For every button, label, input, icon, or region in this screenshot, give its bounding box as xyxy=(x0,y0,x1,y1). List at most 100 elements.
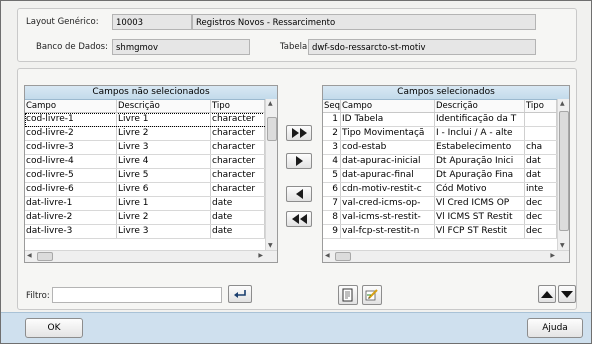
main-panel: Campos não selecionados Campo Descrição … xyxy=(17,68,577,310)
table-row[interactable]: cod-livre-1 Livre 1 character xyxy=(25,113,277,127)
col-header-tipo[interactable]: Tipo xyxy=(525,100,557,112)
table-cell: Identificação da T xyxy=(435,113,525,126)
footer-bar: OK Ajuda xyxy=(1,312,591,343)
table-row[interactable]: 9 val-fcp-st-restit-n Vl FCP ST Restit dec xyxy=(323,225,569,239)
move-down-button[interactable] xyxy=(558,285,576,303)
table-row[interactable]: 1 ID Tabela Identificação da T xyxy=(323,113,569,127)
layout-desc-field: Registros Novos - Ressarcimento xyxy=(192,14,536,30)
table-row[interactable]: 7 val-cred-icms-op- Vl Cred ICMS OP dec xyxy=(323,197,569,211)
table-row[interactable]: 6 cdn-motiv-restit-c Cód Motivo inte xyxy=(323,183,569,197)
unselected-hscrollbar[interactable]: ◀ ▶ xyxy=(25,250,277,262)
table-cell xyxy=(525,113,557,126)
table-row[interactable]: 4 dat-apurac-inicial Dt Apuração Inici dat xyxy=(323,155,569,169)
header-panel: Layout Genérico: 10003 Registros Novos -… xyxy=(17,8,577,62)
table-row[interactable]: cod-livre-6 Livre 6 character xyxy=(25,183,277,197)
table-row[interactable]: 3 cod-estab Estabelecimento cha xyxy=(323,141,569,155)
add-button[interactable] xyxy=(286,153,312,169)
col-header-campo[interactable]: Campo xyxy=(341,100,435,112)
scroll-left-icon[interactable]: ◀ xyxy=(325,252,330,260)
filter-input[interactable] xyxy=(52,287,222,303)
table-row[interactable]: 5 dat-apurac-final Dt Apuração Fina dat xyxy=(323,169,569,183)
add-all-button[interactable] xyxy=(286,125,312,141)
scroll-thumb[interactable] xyxy=(559,111,569,231)
table-row[interactable]: cod-livre-5 Livre 5 character xyxy=(25,169,277,183)
col-header-seq[interactable]: Seq xyxy=(323,100,341,112)
table-row[interactable]: 2 Tipo Movimentaçã I - Inclui / A - alte xyxy=(323,127,569,141)
scroll-thumb-h[interactable] xyxy=(37,252,53,261)
table-cell: cod-livre-5 xyxy=(25,169,117,182)
table-cell: val-icms-st-restit- xyxy=(341,211,435,224)
table-cell: character xyxy=(211,113,265,126)
db-label: Banco de Dados: xyxy=(36,42,108,52)
table-cell: character xyxy=(211,183,265,196)
double-left-arrow-icon xyxy=(291,214,307,224)
table-row[interactable]: cod-livre-4 Livre 4 character xyxy=(25,155,277,169)
table-cell: cod-livre-6 xyxy=(25,183,117,196)
table-cell: dec xyxy=(525,225,557,238)
table-row[interactable]: cod-livre-2 Livre 2 character xyxy=(25,127,277,141)
unselected-fields-grid: Campos não selecionados Campo Descrição … xyxy=(24,85,278,263)
notes-button[interactable] xyxy=(338,285,358,305)
selected-hscrollbar[interactable]: ◀ ▶ xyxy=(323,250,569,262)
table-cell: character xyxy=(211,169,265,182)
ok-button[interactable]: OK xyxy=(25,318,83,338)
filter-label: Filtro: xyxy=(26,291,50,301)
table-row[interactable]: cod-livre-3 Livre 3 character xyxy=(25,141,277,155)
table-row[interactable]: 8 val-icms-st-restit- Vl ICMS ST Restit dec xyxy=(323,211,569,225)
remove-button[interactable] xyxy=(286,186,312,202)
table-cell: Estabelecimento xyxy=(435,141,525,154)
scroll-right-icon[interactable]: ▶ xyxy=(550,252,555,260)
table-field: dwf-sdo-ressarcto-st-motiv xyxy=(308,39,536,55)
edit-button[interactable] xyxy=(362,285,382,305)
enter-icon xyxy=(234,290,246,298)
table-row[interactable]: dat-livre-3 Livre 3 date xyxy=(25,225,277,239)
selected-vscrollbar[interactable]: ▲ ▼ xyxy=(557,99,569,251)
col-header-tipo[interactable]: Tipo xyxy=(211,100,265,112)
col-header-campo[interactable]: Campo xyxy=(25,100,117,112)
scroll-up-icon[interactable]: ▲ xyxy=(268,100,273,108)
selected-fields-title: Campos selecionados xyxy=(323,86,569,100)
table-cell: Livre 1 xyxy=(117,113,211,126)
unselected-vscrollbar[interactable]: ▲ ▼ xyxy=(265,99,277,251)
table-cell: val-fcp-st-restit-n xyxy=(341,225,435,238)
selected-fields-grid: Campos selecionados Seq Campo Descrição … xyxy=(322,85,570,263)
table-cell: ID Tabela xyxy=(341,113,435,126)
table-cell: cod-livre-4 xyxy=(25,155,117,168)
table-row[interactable]: dat-livre-2 Livre 2 date xyxy=(25,211,277,225)
scroll-down-icon[interactable]: ▼ xyxy=(268,242,273,250)
col-header-descricao[interactable]: Descrição xyxy=(117,100,211,112)
table-cell: Dt Apuração Inici xyxy=(435,155,525,168)
arrow-up-icon xyxy=(541,290,553,298)
table-cell: 8 xyxy=(323,211,341,224)
table-cell: dec xyxy=(525,197,557,210)
table-cell: dat-apurac-final xyxy=(341,169,435,182)
table-label: Tabela: xyxy=(280,42,311,52)
col-header-descricao[interactable]: Descrição xyxy=(435,100,525,112)
move-up-button[interactable] xyxy=(538,285,556,303)
table-cell: Livre 3 xyxy=(117,141,211,154)
table-cell: character xyxy=(211,141,265,154)
scroll-down-icon[interactable]: ▼ xyxy=(560,242,565,250)
table-cell: Livre 2 xyxy=(117,127,211,140)
table-cell: character xyxy=(211,127,265,140)
apply-filter-button[interactable] xyxy=(228,285,252,303)
db-field: shmgmov xyxy=(112,39,250,55)
table-row[interactable]: dat-livre-1 Livre 1 date xyxy=(25,197,277,211)
help-button[interactable]: Ajuda xyxy=(527,318,583,338)
selected-rows: 1 ID Tabela Identificação da T 2 Tipo Movime… xyxy=(323,113,569,239)
dialog-window: Layout Genérico: 10003 Registros Novos -… xyxy=(0,0,592,344)
scroll-thumb[interactable] xyxy=(267,117,277,141)
table-cell: 1 xyxy=(323,113,341,126)
edit-pencil-icon xyxy=(365,289,378,301)
unselected-rows: cod-livre-1 Livre 1 character cod-livre-2 Li… xyxy=(25,113,277,239)
scroll-right-icon[interactable]: ▶ xyxy=(258,252,263,260)
table-cell xyxy=(525,127,557,140)
scroll-left-icon[interactable]: ◀ xyxy=(27,252,32,260)
remove-all-button[interactable] xyxy=(286,211,312,227)
scroll-thumb-h[interactable] xyxy=(335,252,351,261)
document-icon xyxy=(342,288,353,302)
scroll-up-icon[interactable]: ▲ xyxy=(560,100,565,108)
unselected-fields-title: Campos não selecionados xyxy=(25,86,277,100)
table-cell: cod-livre-1 xyxy=(25,113,117,126)
arrow-down-icon xyxy=(561,290,573,298)
